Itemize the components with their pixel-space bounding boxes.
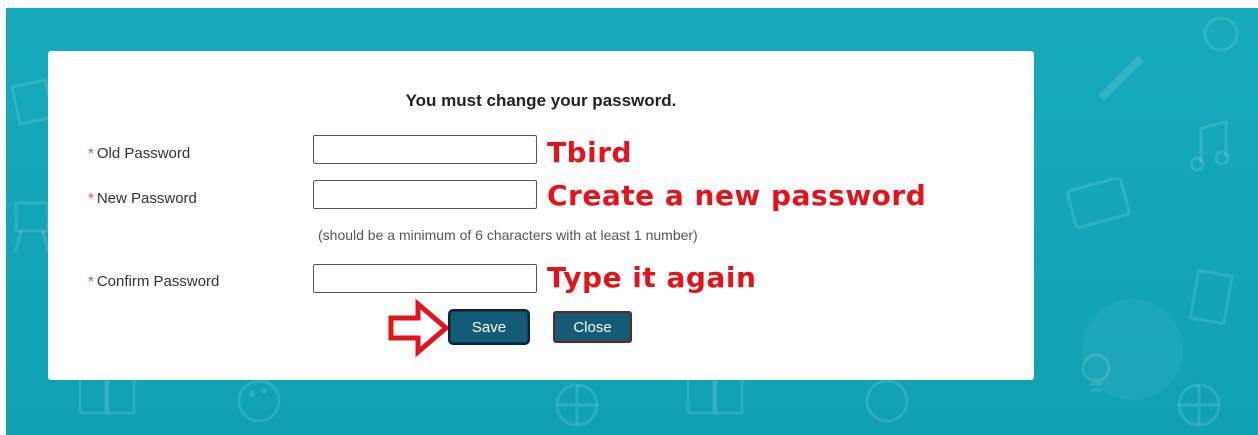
doodle-star-icon	[1203, 16, 1239, 52]
change-password-dialog: You must change your password. * Old Pass…	[48, 51, 1034, 380]
required-marker: *	[88, 145, 94, 162]
confirm-password-label: * Confirm Password	[88, 273, 219, 290]
required-marker: *	[88, 273, 94, 290]
doodle-palette2-icon	[865, 379, 909, 423]
doodle-ruler-icon	[1098, 55, 1144, 101]
new-password-input[interactable]	[313, 180, 537, 209]
old-password-annotation: Tbird	[547, 136, 633, 169]
doodle-notebook-icon	[1188, 268, 1234, 326]
confirm-password-label-text: Confirm Password	[96, 273, 220, 290]
confirm-password-input[interactable]	[313, 264, 537, 293]
doodle-globe-icon	[555, 383, 599, 427]
close-button[interactable]: Close	[553, 311, 632, 343]
doodle-computer-icon	[1066, 178, 1131, 229]
old-password-label: * Old Password	[88, 145, 190, 162]
new-password-label: * New Password	[88, 190, 197, 207]
new-password-label-text: New Password	[96, 190, 197, 207]
doodle-globe2-icon	[1177, 383, 1221, 427]
confirm-password-annotation: Type it again	[547, 261, 757, 294]
old-password-input[interactable]	[313, 135, 537, 164]
doodle-music-icon	[1189, 120, 1230, 172]
dialog-title: You must change your password.	[405, 91, 677, 110]
red-arrow-icon	[388, 298, 450, 358]
new-password-annotation: Create a new password	[547, 179, 927, 212]
old-password-label-text: Old Password	[96, 145, 191, 162]
required-marker: *	[88, 190, 94, 207]
save-button[interactable]: Save	[450, 311, 528, 343]
doodle-bulb-icon	[1081, 353, 1111, 392]
doodle-palette-icon	[237, 379, 281, 423]
password-hint: (should be a minimum of 6 characters wit…	[318, 227, 698, 243]
